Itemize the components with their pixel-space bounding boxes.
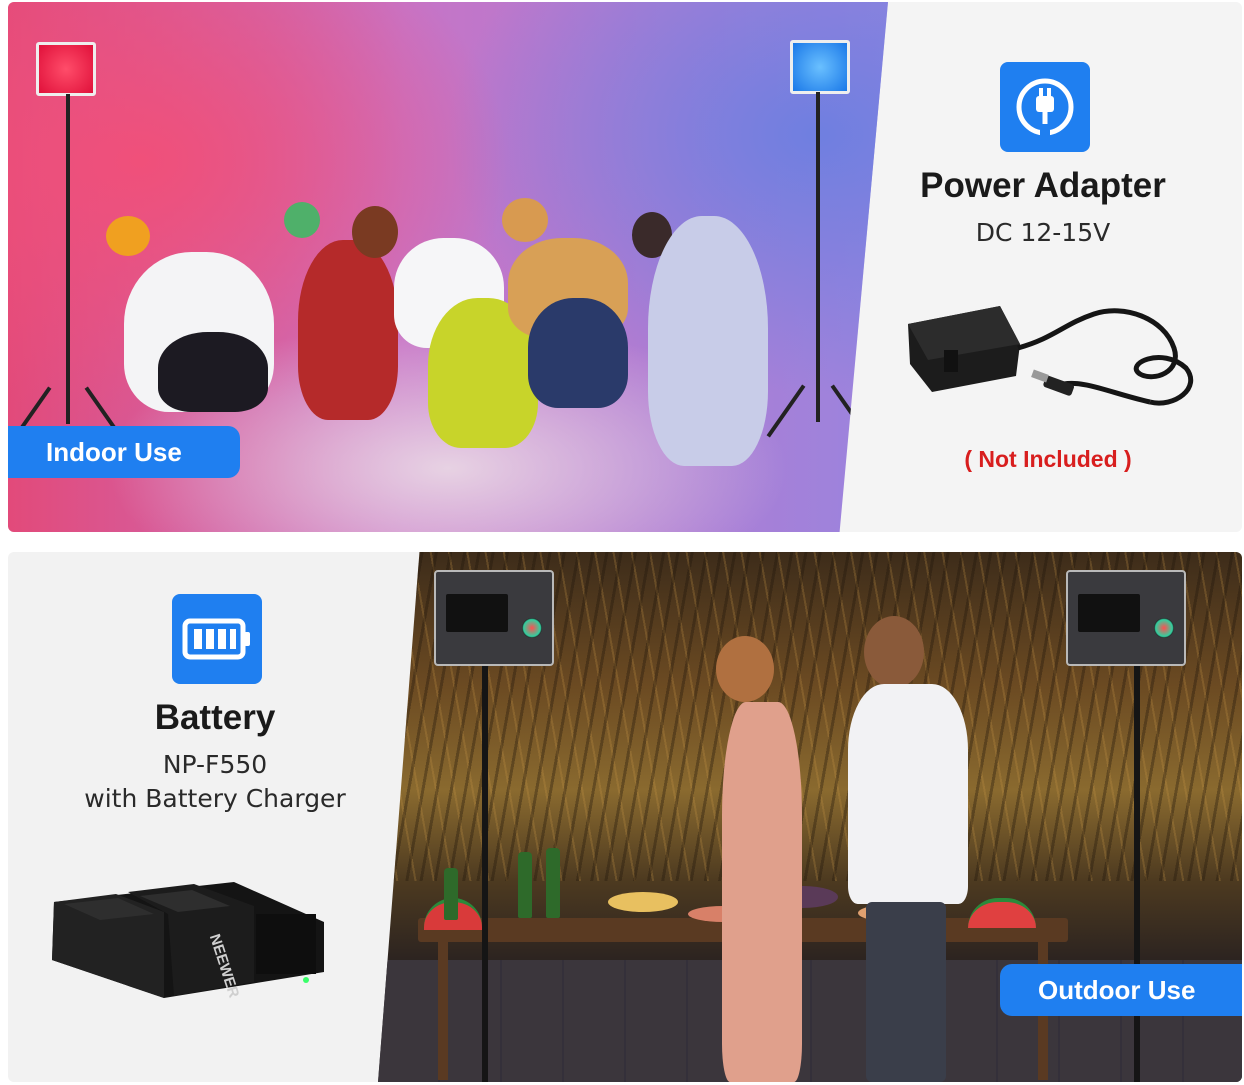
light-knob bbox=[522, 618, 542, 638]
woman bbox=[722, 702, 802, 1082]
dancer-legs bbox=[158, 332, 268, 412]
bottle bbox=[546, 848, 560, 918]
power-adapter-title: Power Adapter bbox=[920, 166, 1166, 205]
blue-led-panel bbox=[790, 40, 850, 94]
left-light-stand bbox=[66, 94, 70, 424]
outdoor-left-light bbox=[434, 570, 554, 666]
outdoor-right-light bbox=[1066, 570, 1186, 666]
bottle bbox=[518, 852, 532, 918]
outdoor-left-stand bbox=[482, 662, 488, 1082]
dancer-head bbox=[284, 202, 320, 238]
battery-model: NP-F550 bbox=[162, 750, 268, 779]
outdoor-right-stand bbox=[1134, 662, 1140, 1082]
plug-icon bbox=[1016, 78, 1074, 138]
dancer-legs bbox=[528, 298, 628, 408]
man-head bbox=[864, 616, 924, 688]
power-adapter-icon-box bbox=[1000, 62, 1090, 152]
right-stand-leg bbox=[766, 384, 806, 438]
battery-charger-image bbox=[52, 882, 324, 998]
outdoor-use-text: Outdoor Use bbox=[1038, 974, 1196, 1005]
man bbox=[848, 684, 968, 904]
dancer-head bbox=[502, 198, 548, 242]
bottom-panel: Battery NP-F550 with Battery Charger NEE… bbox=[8, 552, 1242, 1082]
right-stand-leg bbox=[830, 384, 870, 438]
battery-icon-box bbox=[172, 594, 262, 684]
bottle bbox=[444, 868, 458, 920]
red-led-panel bbox=[36, 42, 96, 96]
table-leg bbox=[438, 940, 448, 1080]
power-adapter-image bbox=[908, 306, 1194, 406]
outdoor-use-label: Outdoor Use bbox=[1000, 964, 1242, 1016]
right-light-stand bbox=[816, 92, 820, 422]
indoor-use-label: Indoor Use bbox=[8, 426, 240, 478]
food-plate bbox=[608, 892, 678, 912]
light-screen bbox=[1078, 594, 1140, 632]
dancer-head bbox=[352, 206, 398, 258]
battery-title: Battery bbox=[154, 698, 276, 737]
battery-charger-text: with Battery Charger bbox=[84, 784, 346, 813]
top-panel: Indoor Use Power Adapter DC 12-15V ( Not… bbox=[8, 2, 1242, 532]
battery-icon bbox=[182, 618, 250, 660]
light-knob bbox=[1154, 618, 1174, 638]
not-included-note: ( Not Included ) bbox=[964, 446, 1132, 472]
watermelon bbox=[968, 898, 1036, 928]
power-adapter-spec: DC 12-15V bbox=[975, 218, 1111, 247]
woman-head bbox=[716, 636, 774, 702]
man-legs bbox=[866, 902, 946, 1082]
light-screen bbox=[446, 594, 508, 632]
dancer bbox=[298, 240, 398, 420]
indoor-use-text: Indoor Use bbox=[46, 436, 182, 467]
dancer bbox=[648, 216, 768, 466]
dancer-head bbox=[106, 216, 150, 256]
